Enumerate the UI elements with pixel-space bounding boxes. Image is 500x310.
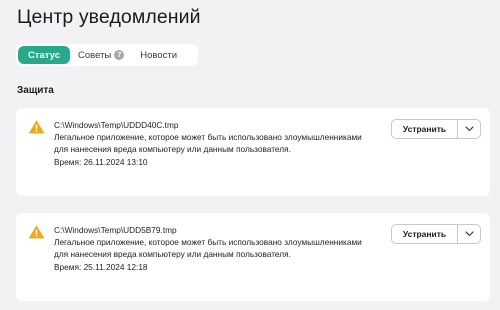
notification-time: Время: 26.11.2024 13:10	[54, 156, 148, 167]
chevron-down-icon	[464, 231, 474, 237]
tab-status[interactable]: Статус	[18, 46, 71, 64]
warning-icon	[29, 225, 44, 239]
tab-bar: Статус Советы 7 Новости	[16, 44, 198, 66]
tab-tips-count-badge: 7	[114, 50, 125, 60]
chevron-down-icon	[464, 126, 474, 132]
page-title: Центр уведомлений	[17, 6, 201, 28]
warning-icon	[29, 120, 44, 134]
action-button-group: Устранить	[391, 119, 481, 139]
notification-path: C:\Windows\Temp\UDDD40C.tmp	[54, 120, 179, 130]
tab-status-label: Статус	[28, 49, 61, 61]
notification-description: Легальное приложение, которое может быть…	[54, 132, 362, 155]
more-actions-dropdown[interactable]	[457, 224, 481, 244]
notification-card: C:\Windows\Temp\UDDD40C.tmp Легальное пр…	[16, 108, 490, 196]
notification-time: Время: 25.11.2024 12:18	[54, 261, 148, 272]
notification-card: C:\Windows\Temp\UDD5B79.tmp Легальное пр…	[16, 213, 490, 301]
fix-button[interactable]: Устранить	[391, 224, 457, 244]
action-button-group: Устранить	[391, 224, 481, 244]
tab-news[interactable]: Новости	[132, 46, 185, 64]
notification-description: Легальное приложение, которое может быть…	[54, 237, 362, 260]
notification-path: C:\Windows\Temp\UDD5B79.tmp	[54, 225, 177, 235]
more-actions-dropdown[interactable]	[457, 119, 481, 139]
tab-tips[interactable]: Советы 7	[70, 46, 132, 64]
fix-button[interactable]: Устранить	[391, 119, 457, 139]
section-title: Защита	[17, 85, 54, 96]
tab-tips-label: Советы	[78, 49, 112, 61]
tab-news-label: Новости	[140, 49, 178, 61]
